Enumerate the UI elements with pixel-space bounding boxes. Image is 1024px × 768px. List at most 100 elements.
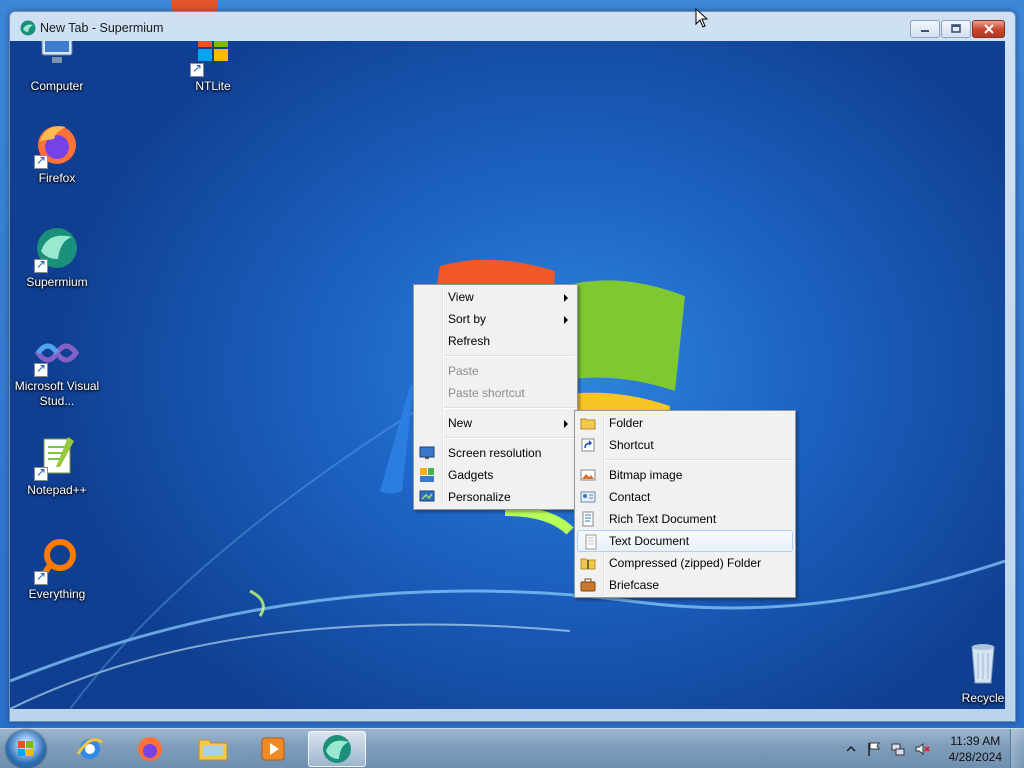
shortcut-arrow-icon	[190, 61, 204, 77]
desktop-icon-label: Supermium	[26, 275, 88, 289]
desktop-icon-label: Computer	[30, 79, 84, 93]
menu-item-label: Sort by	[448, 312, 487, 326]
taskbar-supermium[interactable]	[308, 731, 366, 767]
menu-item-sort-by[interactable]: Sort by	[414, 308, 577, 330]
window-titlebar[interactable]: New Tab - Supermium	[10, 12, 1015, 42]
desktop-icon-label: Everything	[28, 587, 86, 601]
menu-item-paste[interactable]: Paste	[414, 360, 577, 382]
contact-icon	[580, 491, 596, 503]
submenu-item-zip-folder[interactable]: Compressed (zipped) Folder	[575, 552, 795, 574]
menu-item-label: View	[448, 290, 474, 304]
menu-item-label: Text Document	[609, 534, 690, 548]
desktop-icon-computer[interactable]: Computer	[14, 41, 100, 94]
menu-item-paste-shortcut[interactable]: Paste shortcut	[414, 382, 577, 404]
menu-separator	[414, 434, 577, 442]
volume-muted-icon[interactable]	[914, 741, 930, 757]
menu-item-personalize[interactable]: Personalize	[414, 486, 577, 508]
clock-date: 4/28/2024	[948, 750, 1002, 764]
minimize-button[interactable]	[910, 20, 940, 38]
desktop-icon-supermium[interactable]: Supermium	[14, 223, 100, 290]
submenu-item-rich-text[interactable]: Rich Text Document	[575, 508, 795, 530]
taskbar: 11:39 AM 4/28/2024	[0, 728, 1024, 768]
desktop-icon-notepadpp[interactable]: Notepad++	[14, 431, 100, 498]
desktop-context-menu: View Sort by Refresh Paste Paste shortcu…	[413, 284, 578, 510]
notepadpp-icon	[32, 431, 82, 481]
desktop-icon-label: NTLite	[195, 79, 231, 93]
clock-time: 11:39 AM	[950, 734, 1001, 748]
menu-item-label: New	[448, 416, 473, 430]
submenu-item-shortcut[interactable]: Shortcut	[575, 434, 795, 456]
internet-explorer-icon	[76, 738, 103, 759]
window-title: New Tab - Supermium	[40, 21, 164, 35]
taskbar-clock[interactable]: 11:39 AM 4/28/2024	[949, 733, 1002, 765]
submenu-item-folder[interactable]: Folder	[575, 412, 795, 434]
menu-item-label: Compressed (zipped) Folder	[609, 556, 762, 570]
window-controls	[910, 20, 1005, 38]
action-center-flag-icon[interactable]	[866, 741, 882, 757]
desktop-icon-recycle-bin[interactable]: Recycle	[940, 639, 1005, 706]
menu-item-label: Screen resolution	[448, 446, 542, 460]
briefcase-icon	[580, 578, 596, 592]
menu-item-label: Gadgets	[448, 468, 494, 482]
submenu-item-briefcase[interactable]: Briefcase	[575, 574, 795, 596]
gadgets-icon	[420, 468, 434, 482]
desktop-icon-visual-studio[interactable]: Microsoft Visual Stud...	[14, 327, 100, 409]
supermium-icon	[32, 223, 82, 273]
visual-studio-icon	[32, 327, 82, 377]
desktop-icon-everything[interactable]: Everything	[14, 535, 100, 602]
menu-item-view[interactable]: View	[414, 286, 577, 308]
submenu-arrow-icon	[564, 420, 568, 428]
menu-item-label: Refresh	[448, 334, 491, 348]
menu-item-gadgets[interactable]: Gadgets	[414, 464, 577, 486]
shortcut-arrow-icon	[34, 361, 48, 377]
minimize-icon	[921, 30, 929, 32]
shortcut-arrow-icon	[34, 465, 48, 481]
personalize-icon	[419, 490, 435, 502]
taskbar-media-player[interactable]	[245, 731, 301, 767]
bitmap-icon	[580, 469, 596, 481]
submenu-arrow-icon	[564, 316, 568, 324]
taskbar-file-explorer[interactable]	[185, 731, 241, 767]
menu-item-screen-resolution[interactable]: Screen resolution	[414, 442, 577, 464]
desktop-icon-ntlite[interactable]: NTLite	[170, 41, 256, 94]
desktop-icon-firefox[interactable]: Firefox	[14, 119, 100, 186]
menu-item-new[interactable]: New	[414, 412, 577, 434]
screen-resolution-icon	[419, 446, 435, 459]
ntlite-icon	[188, 41, 238, 77]
maximize-button[interactable]	[941, 20, 971, 38]
menu-item-label: Personalize	[448, 490, 511, 504]
menu-separator	[575, 456, 795, 464]
start-button[interactable]	[6, 730, 46, 768]
submenu-item-text-document[interactable]: Text Document	[577, 530, 793, 552]
menu-item-label: Rich Text Document	[609, 512, 717, 526]
supermium-icon	[20, 20, 36, 36]
everything-icon	[32, 535, 82, 585]
media-player-icon	[261, 737, 285, 761]
rich-text-icon	[582, 511, 594, 527]
maximize-icon	[951, 24, 961, 33]
close-button[interactable]	[972, 20, 1005, 38]
desktop-icon-label: Microsoft Visual Stud...	[14, 379, 100, 408]
close-icon	[983, 24, 994, 34]
shortcut-arrow-icon	[34, 569, 48, 585]
network-icon[interactable]	[890, 741, 906, 757]
menu-item-label: Shortcut	[609, 438, 654, 452]
menu-item-refresh[interactable]: Refresh	[414, 330, 577, 352]
mouse-cursor-icon	[695, 8, 709, 28]
zip-folder-icon	[580, 558, 596, 570]
desktop-icon-label: Firefox	[38, 171, 76, 185]
menu-separator	[414, 404, 577, 412]
submenu-item-bitmap[interactable]: Bitmap image	[575, 464, 795, 486]
menu-item-label: Folder	[609, 416, 644, 430]
show-desktop-button[interactable]	[1010, 729, 1024, 768]
menu-item-label: Briefcase	[609, 578, 660, 592]
firefox-icon	[32, 119, 82, 169]
new-submenu: Folder Shortcut Bitmap image Contact Ric…	[574, 410, 796, 598]
submenu-item-contact[interactable]: Contact	[575, 486, 795, 508]
taskbar-internet-explorer[interactable]	[62, 731, 118, 767]
shortcut-arrow-icon	[34, 257, 48, 273]
taskbar-firefox[interactable]	[122, 731, 178, 767]
show-hidden-icons-icon[interactable]	[843, 741, 859, 757]
firefox-icon	[138, 737, 162, 761]
desktop-icon-label: Recycle	[961, 691, 1005, 705]
